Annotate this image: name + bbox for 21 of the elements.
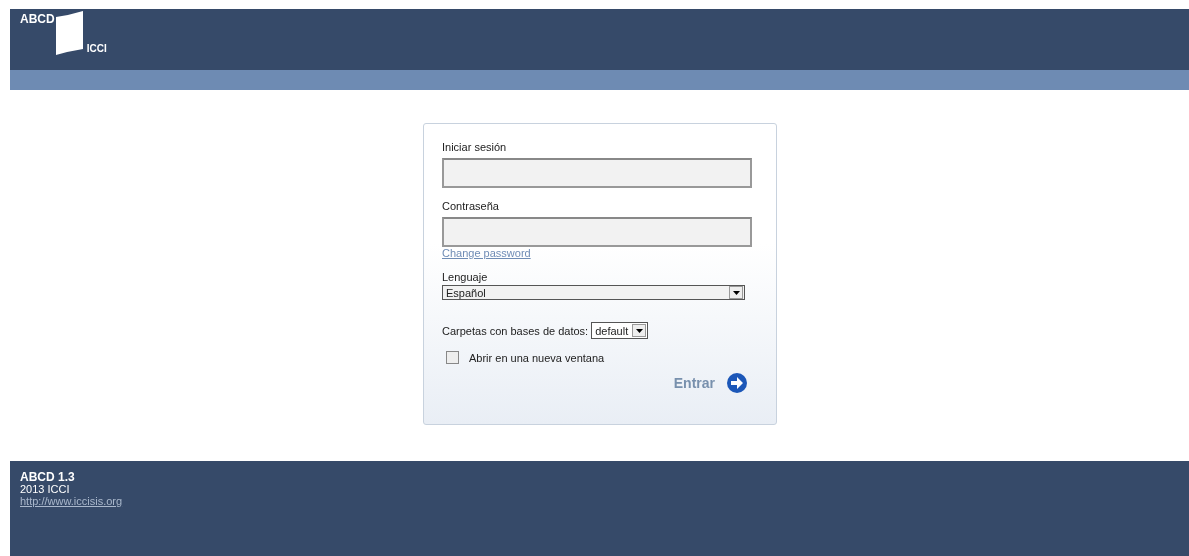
arrow-right-icon — [726, 372, 748, 394]
checkbox[interactable] — [446, 351, 459, 364]
footer-version: ABCD 1.3 — [20, 471, 75, 483]
logo-text: ABCD — [20, 12, 55, 26]
field-label: Lenguaje — [442, 271, 489, 283]
caret-icon — [635, 328, 643, 333]
checkbox-label: Abrir en una nueva ventana — [469, 351, 605, 364]
field-label: Carpetas con bases de datos: — [442, 324, 589, 337]
language-dropdown[interactable]: Español — [442, 285, 745, 300]
caret-icon — [732, 290, 740, 295]
footer-link[interactable]: http://www.iccisis.org — [20, 495, 123, 507]
folders-dropdown[interactable]: default — [591, 322, 649, 339]
change-password-link[interactable]: Change password — [442, 247, 531, 259]
password-field[interactable] — [442, 217, 752, 247]
field-label: Contraseña — [442, 200, 500, 212]
field-label: Iniciar sesión — [442, 141, 508, 153]
submit-button[interactable]: Entrar — [673, 372, 748, 394]
footer-copyright: 2013 ICCI — [20, 483, 70, 495]
username-field[interactable] — [442, 158, 752, 188]
book-icon — [54, 11, 85, 55]
logo-subtitle: ICCI — [86, 43, 107, 54]
